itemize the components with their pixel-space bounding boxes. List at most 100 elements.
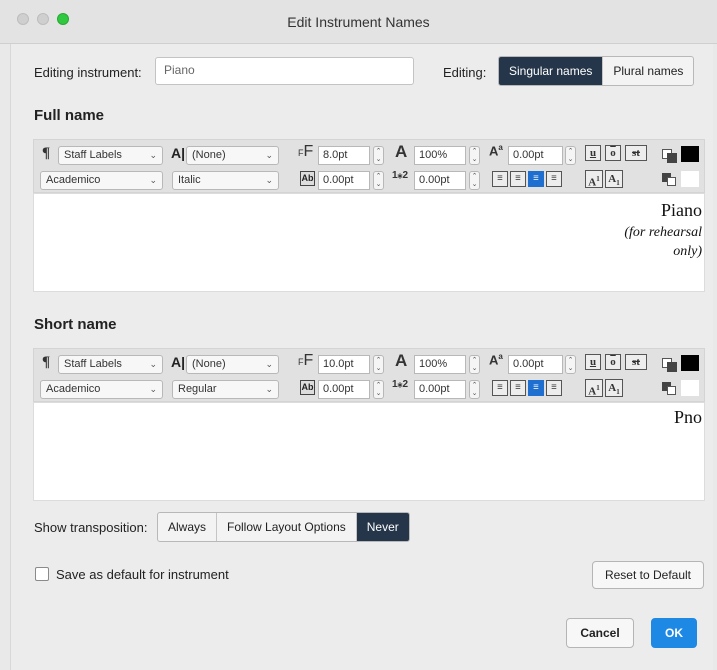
color-swap-icon	[667, 386, 676, 395]
scale-stepper[interactable]: ⌃ ⌄	[469, 146, 480, 165]
save-default-checkbox[interactable]	[35, 567, 49, 581]
save-default-label: Save as default for instrument	[56, 567, 229, 582]
subscript-button[interactable]: A1	[605, 170, 623, 188]
font-size-stepper[interactable]: ⌃ ⌄	[373, 146, 384, 165]
short-name-toolbar: ¶ Staff Labels ⌄ A| (None) ⌄ FF 10.0pt ⌃ ⌄ …	[33, 348, 705, 402]
align-center-button[interactable]: ≡	[510, 171, 526, 187]
align-center-button[interactable]: ≡	[510, 380, 526, 396]
plural-names-button[interactable]: Plural names	[603, 57, 693, 85]
font-size-icon: FF	[298, 352, 314, 369]
line-spacing-stepper[interactable]: ⌃ ⌄	[469, 171, 480, 190]
tracking-stepper[interactable]: ⌃ ⌄	[373, 380, 384, 399]
justify-button[interactable]: ≡	[546, 171, 562, 187]
full-name-line-1: Piano	[660, 200, 702, 220]
short-name-editor[interactable]: Pno	[33, 402, 705, 501]
ok-button[interactable]: OK	[651, 618, 697, 648]
overline-button[interactable]: o	[605, 145, 621, 161]
align-right-button[interactable]: ≡	[528, 171, 544, 187]
font-family-value: Academico	[46, 174, 101, 186]
color-swap-icon	[667, 362, 677, 372]
line-spacing-field[interactable]: 0.00pt	[414, 380, 466, 399]
transposition-never-button[interactable]: Never	[356, 513, 409, 541]
line-spacing-field[interactable]: 0.00pt	[414, 171, 466, 190]
chevron-down-icon: ⌄	[149, 175, 157, 185]
character-style-select[interactable]: (None) ⌄	[186, 146, 279, 165]
character-style-value: (None)	[192, 358, 226, 370]
editing-mode-label: Editing:	[443, 65, 487, 80]
color-swap-icon	[667, 177, 676, 186]
line-spacing-icon: 1⁎2	[392, 170, 409, 181]
font-style-value: Regular	[178, 383, 217, 395]
superscript-button[interactable]: A1	[585, 170, 603, 189]
scale-field[interactable]: 100%	[414, 355, 466, 374]
tracking-field[interactable]: 0.00pt	[318, 380, 370, 399]
editing-instrument-field[interactable]: Piano	[155, 57, 414, 85]
chevron-down-icon: ⌄	[149, 150, 157, 160]
character-style-select[interactable]: (None) ⌄	[186, 355, 279, 374]
align-right-button[interactable]: ≡	[528, 380, 544, 396]
font-size-icon: FF	[298, 143, 314, 160]
transposition-segmented: Always Follow Layout Options Never	[157, 512, 410, 542]
align-left-button[interactable]: ≡	[492, 171, 508, 187]
paragraph-style-icon: ¶	[42, 354, 51, 370]
font-size-stepper[interactable]: ⌃ ⌄	[373, 355, 384, 374]
paragraph-style-value: Staff Labels	[64, 358, 122, 370]
superscript-button[interactable]: A1	[585, 379, 603, 398]
tracking-icon: Ab	[300, 171, 315, 186]
background-color-swatch[interactable]	[681, 171, 699, 187]
singular-names-button[interactable]: Singular names	[499, 57, 604, 85]
character-style-icon: A|	[171, 354, 186, 370]
short-name-line-1: Pno	[673, 407, 702, 427]
chevron-down-icon: ⌄	[265, 175, 273, 185]
text-color-swatch[interactable]	[681, 355, 699, 371]
character-style-value: (None)	[192, 149, 226, 161]
font-style-select[interactable]: Italic ⌄	[172, 171, 279, 190]
text-color-swatch[interactable]	[681, 146, 699, 162]
underline-button[interactable]: u	[585, 145, 601, 161]
transposition-always-button[interactable]: Always	[158, 513, 218, 541]
justify-button[interactable]: ≡	[546, 380, 562, 396]
overline-button[interactable]: o	[605, 354, 621, 370]
font-family-select[interactable]: Academico ⌄	[40, 171, 163, 190]
baseline-field[interactable]: 0.00pt	[508, 146, 563, 165]
short-name-heading: Short name	[34, 316, 117, 333]
font-size-field[interactable]: 8.0pt	[318, 146, 370, 165]
strikethrough-button[interactable]: st	[625, 145, 647, 161]
window-title: Edit Instrument Names	[287, 14, 430, 30]
tracking-stepper[interactable]: ⌃ ⌄	[373, 171, 384, 190]
font-family-value: Academico	[46, 383, 101, 395]
align-left-button[interactable]: ≡	[492, 380, 508, 396]
paragraph-style-select[interactable]: Staff Labels ⌄	[58, 146, 163, 165]
scale-stepper[interactable]: ⌃ ⌄	[469, 355, 480, 374]
paragraph-style-value: Staff Labels	[64, 149, 122, 161]
scale-field[interactable]: 100%	[414, 146, 466, 165]
baseline-stepper[interactable]: ⌃ ⌄	[565, 355, 576, 374]
baseline-stepper[interactable]: ⌃ ⌄	[565, 146, 576, 165]
full-name-line-3: only)	[673, 244, 702, 259]
baseline-field[interactable]: 0.00pt	[508, 355, 563, 374]
line-spacing-stepper[interactable]: ⌃ ⌄	[469, 380, 480, 399]
font-style-select[interactable]: Regular ⌄	[172, 380, 279, 399]
editing-instrument-label: Editing instrument:	[34, 65, 142, 80]
paragraph-style-icon: ¶	[42, 145, 51, 161]
color-swap-icon	[667, 153, 677, 163]
strikethrough-button[interactable]: st	[625, 354, 647, 370]
subscript-button[interactable]: A1	[605, 379, 623, 397]
chevron-down-icon: ⌄	[149, 384, 157, 394]
chevron-down-icon: ⌄	[265, 384, 273, 394]
chevron-down-icon: ⌄	[265, 150, 273, 160]
tracking-field[interactable]: 0.00pt	[318, 171, 370, 190]
font-family-select[interactable]: Academico ⌄	[40, 380, 163, 399]
chevron-down-icon: ⌄	[149, 359, 157, 369]
background-color-swatch[interactable]	[681, 380, 699, 396]
reset-to-default-button[interactable]: Reset to Default	[592, 561, 704, 589]
font-size-field[interactable]: 10.0pt	[318, 355, 370, 374]
paragraph-style-select[interactable]: Staff Labels ⌄	[58, 355, 163, 374]
baseline-shift-icon: Aa	[489, 352, 503, 368]
editing-mode-segmented: Singular names Plural names	[498, 56, 695, 86]
underline-button[interactable]: u	[585, 354, 601, 370]
show-transposition-label: Show transposition:	[34, 520, 148, 535]
transposition-follow-layout-button[interactable]: Follow Layout Options	[217, 513, 357, 541]
cancel-button[interactable]: Cancel	[566, 618, 634, 648]
full-name-editor[interactable]: Piano (for rehearsal only)	[33, 193, 705, 292]
